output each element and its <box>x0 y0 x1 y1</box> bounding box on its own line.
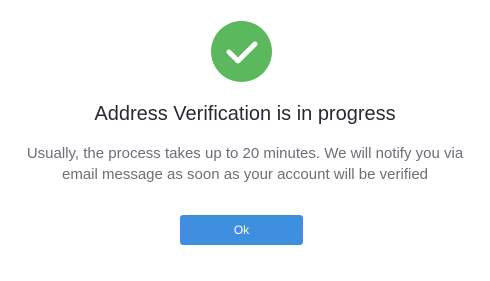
verification-dialog: Address Verification is in progress Usua… <box>0 0 490 281</box>
check-circle-icon <box>211 21 272 82</box>
message-line-2: email message as soon as your account wi… <box>61 166 428 183</box>
message-line-1: Usually, the process takes up to 20 minu… <box>26 145 464 162</box>
dialog-title: Address Verification is in progress <box>94 103 396 125</box>
dialog-message: Usually, the process takes up to 20 minu… <box>10 143 480 185</box>
ok-button[interactable]: Ok <box>180 215 303 245</box>
checkmark-icon <box>226 41 257 63</box>
